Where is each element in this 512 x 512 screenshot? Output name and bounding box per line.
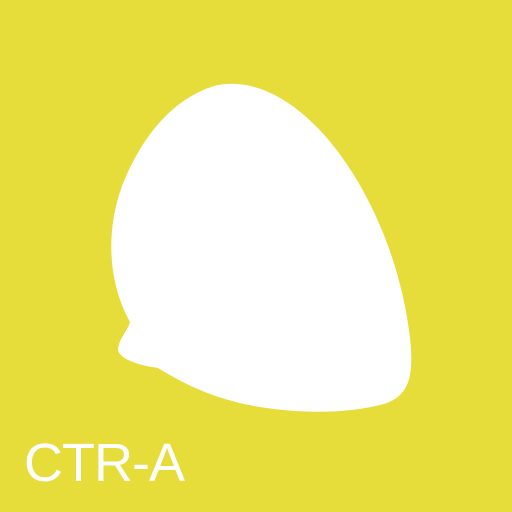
app-tile: CTR-A bbox=[0, 0, 512, 512]
tile-label: CTR-A bbox=[24, 433, 185, 493]
blob-shape bbox=[111, 83, 412, 412]
